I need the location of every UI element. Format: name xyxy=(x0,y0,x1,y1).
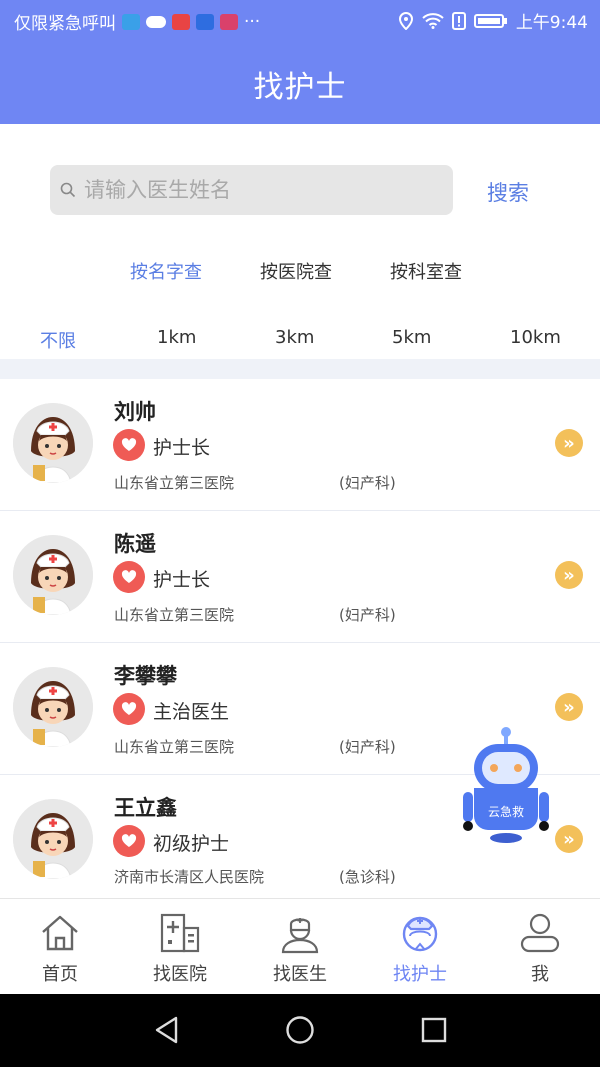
nurse-hospital: 山东省立第三医院 xyxy=(114,474,235,492)
bottom-tab-bar: 首页 找医院 找医生 找护士 我 xyxy=(0,898,600,994)
nurse-avatar xyxy=(13,403,93,483)
tab-find-doctor-label: 找医生 xyxy=(273,964,327,985)
book-app-icon xyxy=(220,13,238,30)
system-navigation-bar xyxy=(0,994,600,1067)
search-box xyxy=(50,165,453,215)
distance-tab-1km[interactable]: 1km xyxy=(157,327,196,348)
heart-icon xyxy=(113,825,145,857)
status-bar: 仅限紧急呼叫 ··· 上午9:44 xyxy=(0,0,600,40)
distance-tab-10km[interactable]: 10km xyxy=(510,327,561,348)
nurse-avatar xyxy=(13,535,93,615)
heart-icon xyxy=(113,429,145,461)
search-icon xyxy=(60,182,76,198)
nurse-department: (妇产科) xyxy=(339,738,396,756)
home-icon xyxy=(42,915,78,951)
nurse-hospital: 山东省立第三医院 xyxy=(114,738,235,756)
tab-find-nurse[interactable]: 找护士 xyxy=(360,899,480,995)
search-button[interactable]: 搜索 xyxy=(487,177,529,207)
home-circle-icon[interactable] xyxy=(285,1015,315,1045)
carrier-text: 仅限紧急呼叫 xyxy=(14,14,116,34)
nurse-name: 王立鑫 xyxy=(114,796,177,820)
heart-icon xyxy=(113,561,145,593)
nurse-title: 护士长 xyxy=(153,569,211,591)
nurse-department: (妇产科) xyxy=(339,606,396,624)
back-icon[interactable] xyxy=(152,1015,182,1045)
tab-find-hospital-label: 找医院 xyxy=(153,964,207,985)
nurse-title: 护士长 xyxy=(153,437,211,459)
nurse-row[interactable]: 刘帅 护士长 山东省立第三医院 (妇产科) » xyxy=(0,379,600,511)
nurse-icon xyxy=(402,916,438,952)
wifi-icon xyxy=(422,12,444,29)
search-input[interactable] xyxy=(84,178,444,202)
nurse-row[interactable]: 陈遥 护士长 山东省立第三医院 (妇产科) » xyxy=(0,511,600,643)
recent-apps-icon[interactable] xyxy=(420,1016,448,1044)
baidu-icon xyxy=(196,13,214,30)
nurse-title: 主治医生 xyxy=(153,701,230,723)
double-chevron-right-icon[interactable]: » xyxy=(555,429,583,457)
tab-find-nurse-label: 找护士 xyxy=(393,964,447,985)
doctor-icon xyxy=(281,918,319,954)
nurse-avatar xyxy=(13,667,93,747)
nurse-hospital: 山东省立第三医院 xyxy=(114,606,235,624)
tab-home-label: 首页 xyxy=(42,964,78,985)
clock-text: 上午9:44 xyxy=(515,13,588,33)
nurse-name: 李攀攀 xyxy=(114,664,177,688)
distance-tabs: 不限 1km 3km 5km 10km xyxy=(0,327,600,353)
robot-label: 云急救 xyxy=(487,805,524,819)
location-icon xyxy=(398,11,413,30)
cloud-icon xyxy=(146,15,166,28)
double-chevron-right-icon[interactable]: » xyxy=(555,561,583,589)
tab-me-label: 我 xyxy=(531,964,549,985)
battery-icon xyxy=(473,13,507,28)
distance-tab-5km[interactable]: 5km xyxy=(392,327,431,348)
double-chevron-right-icon[interactable]: » xyxy=(555,825,583,853)
nurse-hospital: 济南市长清区人民医院 xyxy=(114,868,265,886)
find-nurse-screen: 仅限紧急呼叫 ··· 上午9:44 找护士 搜索 按名字查 按医院 xyxy=(0,0,600,1067)
more-notifications: ··· xyxy=(244,11,261,32)
nurse-department: (急诊科) xyxy=(339,868,396,886)
nurse-title: 初级护士 xyxy=(153,833,230,855)
nurse-name: 刘帅 xyxy=(114,400,156,424)
robot-icon xyxy=(463,727,549,843)
tab-by-hospital[interactable]: 按医院查 xyxy=(260,258,332,284)
distance-tab-3km[interactable]: 3km xyxy=(275,327,314,348)
sim-alert-icon xyxy=(451,11,466,30)
nurse-avatar xyxy=(13,799,93,879)
heart-icon xyxy=(113,693,145,725)
section-divider xyxy=(0,359,600,379)
telegram-icon xyxy=(122,13,140,30)
query-tabs: 按名字查 按医院查 按科室查 xyxy=(0,258,600,284)
double-chevron-right-icon[interactable]: » xyxy=(555,693,583,721)
tab-by-name[interactable]: 按名字查 xyxy=(130,258,202,284)
news-app-icon xyxy=(172,13,190,30)
tab-by-department[interactable]: 按科室查 xyxy=(390,258,462,284)
app-header: 仅限紧急呼叫 ··· 上午9:44 找护士 xyxy=(0,0,600,124)
hospital-icon xyxy=(160,913,200,953)
nurse-name: 陈遥 xyxy=(114,532,156,556)
tab-find-hospital[interactable]: 找医院 xyxy=(120,899,240,995)
user-icon xyxy=(520,913,560,953)
emergency-robot-button[interactable]: 云急救 xyxy=(460,726,552,846)
tab-find-doctor[interactable]: 找医生 xyxy=(240,899,360,995)
tab-me[interactable]: 我 xyxy=(480,899,600,995)
nurse-department: (妇产科) xyxy=(339,474,396,492)
page-title: 找护士 xyxy=(253,70,347,105)
distance-tab-unlimited[interactable]: 不限 xyxy=(40,327,76,353)
tab-home[interactable]: 首页 xyxy=(0,899,120,995)
